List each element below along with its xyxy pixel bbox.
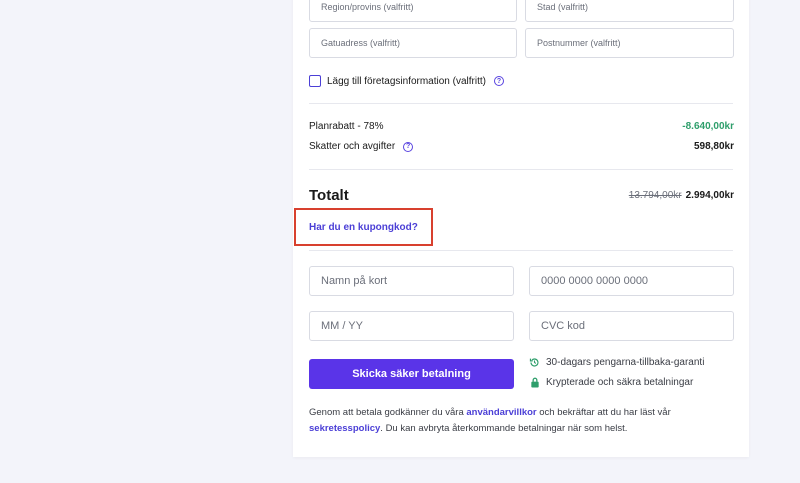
final-total: 2.994,00kr <box>685 190 734 201</box>
tax-row: Skatter och avgifter ? <box>309 141 414 152</box>
company-info-option[interactable]: Lägg till företagsinformation (valfritt)… <box>309 75 504 87</box>
expiry-placeholder: MM / YY <box>321 320 363 332</box>
expiry-field[interactable]: MM / YY <box>309 311 514 341</box>
secure-payments-feature: Krypterade och säkra betalningar <box>529 377 693 388</box>
postal-code-field[interactable]: Postnummer (valfritt) <box>525 28 734 58</box>
card-number-field[interactable]: 0000 0000 0000 0000 <box>529 266 734 296</box>
original-total: 13.794,00kr <box>628 190 682 201</box>
question-circle-icon[interactable]: ? <box>493 76 504 86</box>
secure-payments-text: Krypterade och säkra betalningar <box>546 377 694 388</box>
company-info-checkbox[interactable] <box>309 75 321 87</box>
city-field[interactable]: Stad (valfritt) <box>525 0 734 22</box>
discount-label: Planrabatt - 78% <box>309 121 384 132</box>
terms-prefix: Genom att betala godkänner du våra <box>309 407 467 418</box>
total-label: Totalt <box>309 187 349 204</box>
terms-of-use-link[interactable]: användarvillkor <box>466 407 536 418</box>
checkout-card: Region/provins (valfritt) Stad (valfritt… <box>293 0 749 457</box>
divider <box>309 103 733 104</box>
card-number-placeholder: 0000 0000 0000 0000 <box>541 275 649 287</box>
discount-value: -8.640,00kr <box>682 121 734 132</box>
lock-icon <box>529 377 540 388</box>
terms-text: Genom att betala godkänner du våra använ… <box>309 405 733 437</box>
city-placeholder: Stad (valfritt) <box>537 2 589 12</box>
privacy-policy-link[interactable]: sekretesspolicy <box>309 423 380 434</box>
region-placeholder: Region/provins (valfritt) <box>321 2 414 12</box>
total-values: 13.794,00kr 2.994,00kr <box>629 190 734 201</box>
terms-middle: och bekräftar att du har läst vår <box>536 407 671 418</box>
street-field[interactable]: Gatuadress (valfritt) <box>309 28 517 58</box>
company-info-label: Lägg till företagsinformation (valfritt) <box>327 75 486 87</box>
tax-value: 598,80kr <box>693 141 734 152</box>
cvc-field[interactable]: CVC kod <box>529 311 734 341</box>
money-back-icon <box>529 357 540 368</box>
divider <box>309 169 733 170</box>
question-circle-icon[interactable]: ? <box>403 141 414 152</box>
cvc-placeholder: CVC kod <box>541 320 586 332</box>
street-placeholder: Gatuadress (valfritt) <box>321 38 401 48</box>
divider <box>309 250 733 251</box>
terms-suffix: . Du kan avbryta återkommande betalninga… <box>380 423 628 434</box>
card-name-field[interactable]: Namn på kort <box>309 266 514 296</box>
card-name-placeholder: Namn på kort <box>321 275 388 287</box>
submit-payment-button[interactable]: Skicka säker betalning <box>309 359 514 389</box>
coupon-link[interactable]: Har du en kupongkod? <box>309 222 418 233</box>
money-back-feature: 30-dagars pengarna-tillbaka-garanti <box>529 357 704 368</box>
money-back-text: 30-dagars pengarna-tillbaka-garanti <box>546 357 705 368</box>
region-field[interactable]: Region/provins (valfritt) <box>309 0 517 22</box>
tax-label: Skatter och avgifter <box>309 141 396 152</box>
postal-placeholder: Postnummer (valfritt) <box>537 38 621 48</box>
